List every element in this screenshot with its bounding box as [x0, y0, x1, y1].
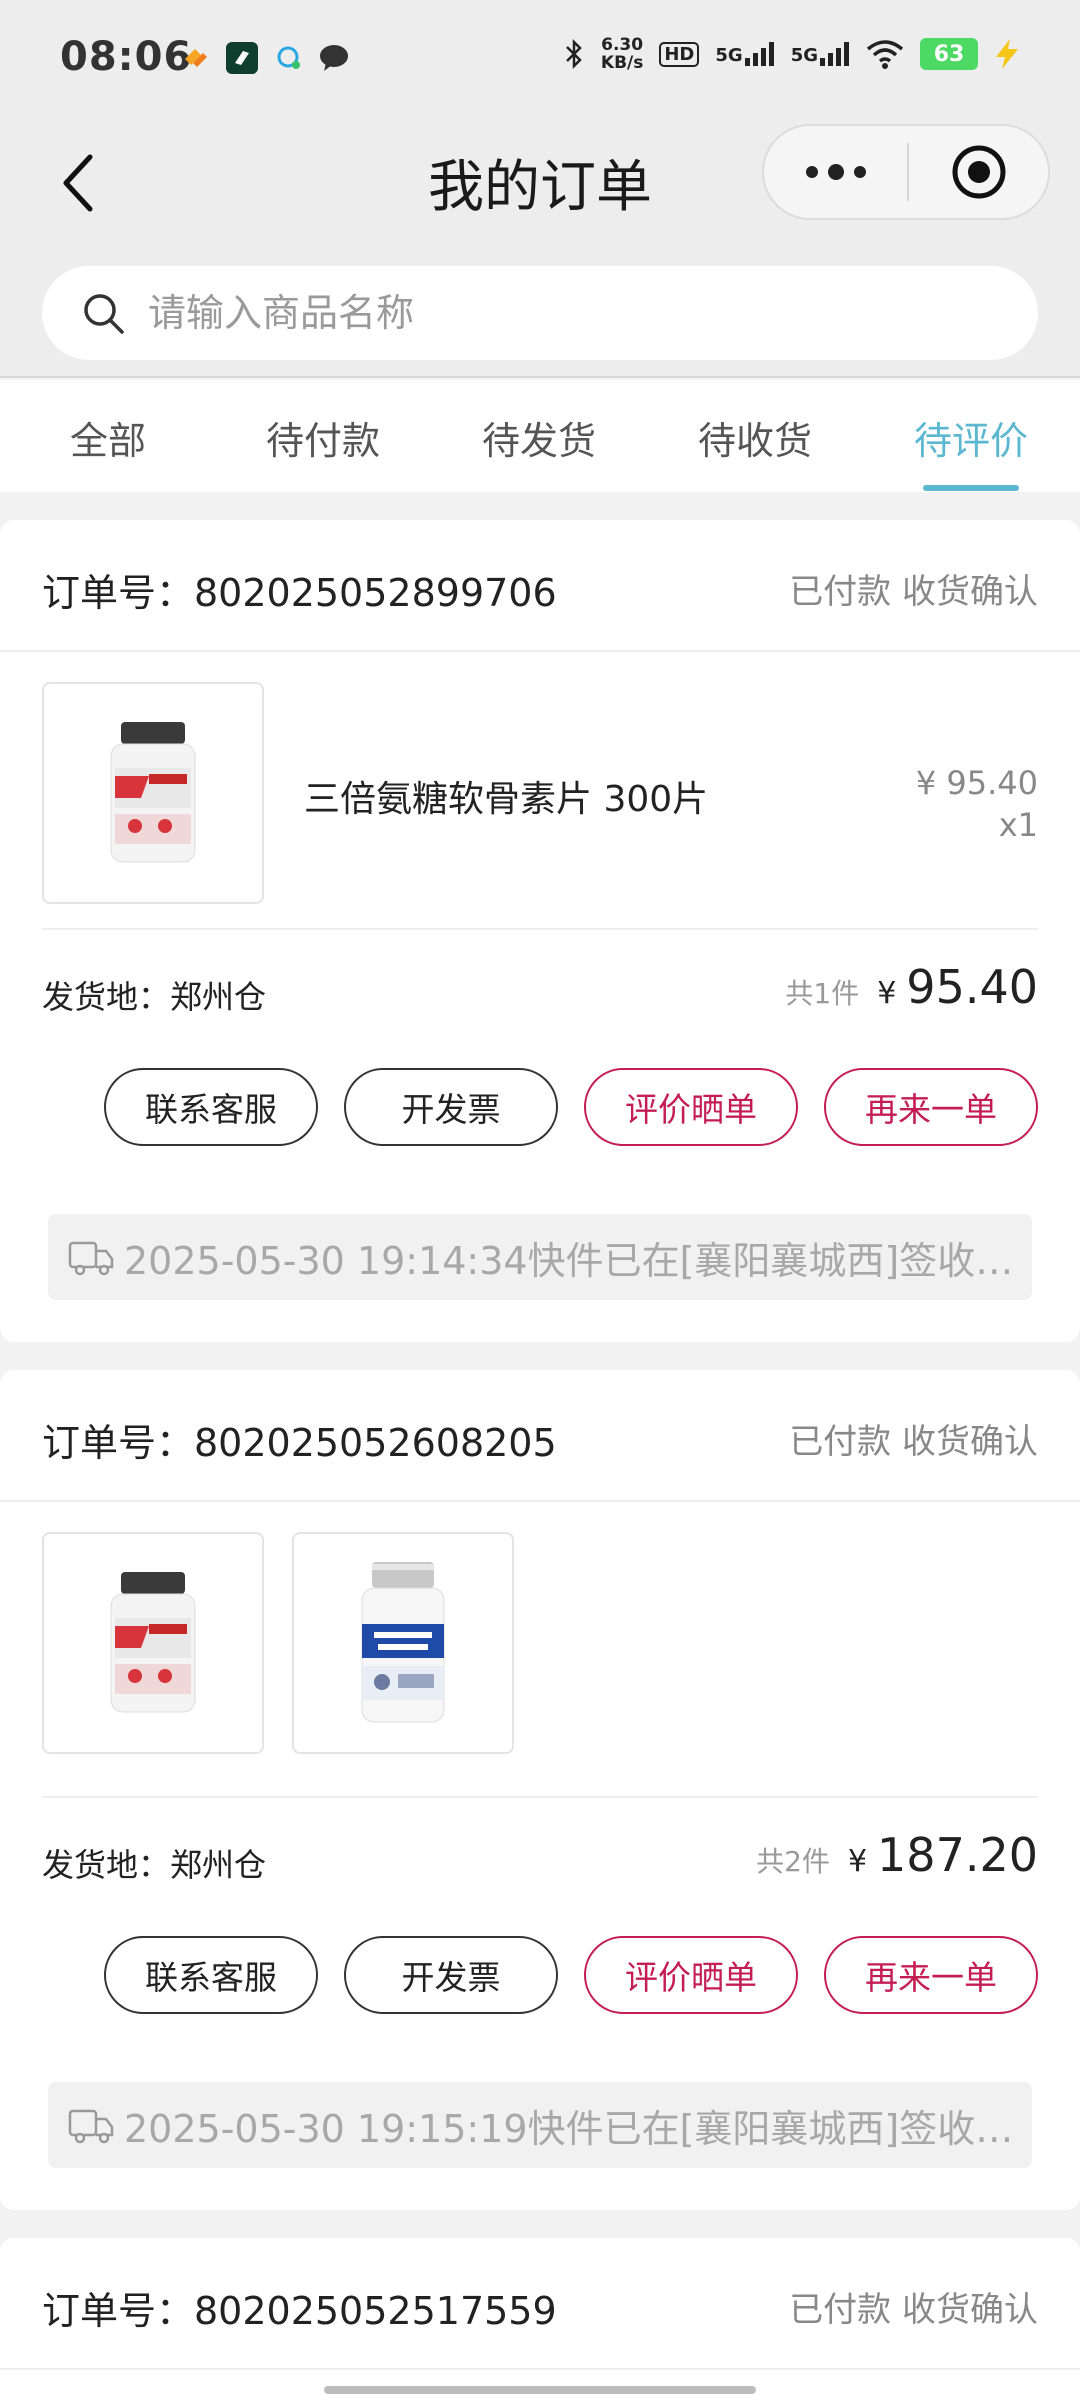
signal-5g-2-icon: 5G — [791, 42, 850, 66]
logistics-text: 2025-05-30 19:14:34快件已在[襄阳襄城西]签收，签收人：本人 — [124, 1238, 1024, 1283]
product-thumbnail[interactable] — [42, 1532, 264, 1754]
truck-icon — [68, 1241, 114, 1276]
home-indicator[interactable] — [324, 2386, 756, 2394]
item-count: 共1件 — [785, 977, 860, 1010]
review-button[interactable]: 评价晒单 — [584, 1068, 798, 1146]
order-total: 共1件 ¥ 95.40 — [785, 960, 1038, 1014]
order-total: 共2件 ¥ 187.20 — [756, 1828, 1038, 1882]
order-card[interactable]: 订单号：802025052608205 已付款 收货确认 发货地：郑州仓 共2件… — [0, 1370, 1080, 2210]
supplement-bottle-image — [110, 722, 196, 863]
navigation-bar: 我的订单 — [0, 118, 1080, 248]
logistics-text: 2025-05-30 19:15:19快件已在[襄阳襄城西]签收，签收人：本人 — [124, 2106, 1024, 2151]
product-thumbnail[interactable] — [42, 682, 264, 904]
more-button[interactable] — [764, 126, 907, 218]
invoice-button[interactable]: 开发票 — [344, 1068, 558, 1146]
unit-price: ¥ 95.40 — [915, 764, 1038, 802]
status-indicators: 6.30 KB/s HD 5G 5G 63 — [563, 36, 1020, 72]
ship-from: 发货地：郑州仓 — [42, 1846, 267, 1884]
order-status: 已付款 收货确认 — [789, 2290, 1038, 2330]
total-amount: 187.20 — [877, 1828, 1038, 1882]
order-card[interactable]: 订单号：802025052517559 已付款 收货确认 — [0, 2238, 1080, 2400]
order-header: 订单号：802025052517559 已付款 收货确认 — [0, 2238, 1080, 2370]
divider — [42, 928, 1038, 930]
search-box[interactable] — [42, 266, 1038, 360]
active-tab-indicator — [923, 485, 1019, 491]
total-amount: 95.40 — [906, 960, 1038, 1014]
tab-pending-receipt[interactable]: 待收货 — [698, 410, 812, 465]
product-thumbnail[interactable] — [292, 1532, 514, 1754]
item-count: 共2件 — [756, 1845, 830, 1878]
charging-icon — [996, 39, 1018, 69]
net2-label: 5G — [790, 45, 818, 66]
logistics-info[interactable]: 2025-05-30 19:14:34快件已在[襄阳襄城西]签收，签收人：本人 — [48, 1214, 1032, 1300]
more-dot-icon — [805, 166, 818, 178]
bluetooth-icon — [566, 38, 582, 70]
speed-value: 6.30 — [601, 35, 644, 55]
logistics-info[interactable]: 2025-05-30 19:15:19快件已在[襄阳襄城西]签收，签收人：本人 — [48, 2082, 1032, 2168]
search-icon — [84, 294, 124, 334]
currency-symbol: ¥ — [847, 1844, 868, 1879]
divider — [42, 1796, 1038, 1798]
product-price-block: ¥ 95.40 x1 — [916, 762, 1038, 846]
invoice-button[interactable]: 开发票 — [344, 1936, 558, 2014]
tab-pending-review[interactable]: 待评价 — [914, 410, 1028, 465]
contact-service-button[interactable]: 联系客服 — [104, 1068, 318, 1146]
app-notification-icon-1 — [180, 42, 212, 74]
order-card[interactable]: 订单号：802025052899706 已付款 收货确认 三倍氨糖软骨素片 30… — [0, 520, 1080, 1342]
review-button[interactable]: 评价晒单 — [584, 1936, 798, 2014]
calcium-bottle-image — [361, 1562, 445, 1723]
truck-icon — [68, 2109, 114, 2144]
more-dot-icon — [827, 164, 844, 180]
contact-service-button[interactable]: 联系客服 — [104, 1936, 318, 2014]
supplement-bottle-image — [110, 1572, 196, 1713]
network-speed: 6.30 KB/s — [601, 36, 643, 72]
order-header: 订单号：802025052899706 已付款 收货确认 — [0, 520, 1080, 652]
notification-icons — [180, 42, 350, 74]
order-number: 订单号：802025052517559 — [42, 2289, 557, 2333]
order-number: 订单号：802025052608205 — [42, 1421, 557, 1465]
net1-label: 5G — [715, 45, 743, 66]
ship-from: 发货地：郑州仓 — [42, 978, 267, 1016]
more-dot-icon — [853, 166, 866, 178]
quantity: x1 — [998, 806, 1038, 844]
order-status: 已付款 收货确认 — [789, 1422, 1038, 1462]
close-mini-program-button[interactable] — [909, 126, 1048, 218]
wifi-icon — [866, 40, 904, 69]
app-notification-icon-3 — [272, 42, 304, 74]
order-status-tabs: 全部 待付款 待发货 待收货 待评价 — [0, 380, 1080, 492]
search-input[interactable] — [148, 291, 948, 335]
order-number: 订单号：802025052899706 — [42, 571, 557, 615]
tab-pending-shipment[interactable]: 待发货 — [482, 410, 596, 465]
chat-notification-icon — [318, 42, 350, 74]
tab-all[interactable]: 全部 — [70, 410, 146, 465]
order-header: 订单号：802025052608205 已付款 收货确认 — [0, 1370, 1080, 1502]
search-area — [0, 248, 1080, 378]
currency-symbol: ¥ — [877, 976, 897, 1011]
product-name: 三倍氨糖软骨素片 300片 — [304, 779, 709, 820]
signal-5g-1-icon: 5G — [715, 42, 774, 66]
speed-unit: KB/s — [600, 53, 644, 73]
reorder-button[interactable]: 再来一单 — [824, 1936, 1038, 2014]
status-bar: 08:06 6.30 KB/s HD 5G 5G 63 — [0, 0, 1080, 118]
target-close-icon — [952, 145, 1005, 199]
mini-program-capsule — [762, 124, 1050, 220]
order-status: 已付款 收货确认 — [789, 572, 1038, 612]
reorder-button[interactable]: 再来一单 — [824, 1068, 1038, 1146]
battery-indicator: 63 — [920, 38, 978, 70]
hd-badge: HD — [659, 41, 700, 67]
status-time: 08:06 — [60, 34, 193, 80]
app-notification-icon-2 — [226, 42, 258, 74]
tab-pending-payment[interactable]: 待付款 — [266, 410, 380, 465]
